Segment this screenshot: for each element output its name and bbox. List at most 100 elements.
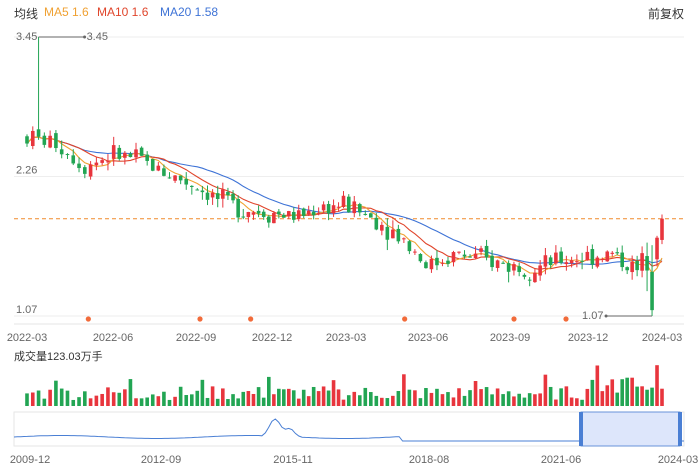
candle-body[interactable] (331, 205, 336, 214)
candle-body[interactable] (167, 177, 172, 179)
candle-body[interactable] (117, 147, 122, 159)
candle-body[interactable] (150, 159, 155, 171)
candle-body[interactable] (59, 149, 64, 155)
candle-body[interactable] (620, 252, 625, 268)
candle-body[interactable] (316, 213, 321, 215)
candle-body[interactable] (162, 168, 166, 176)
candle-body[interactable] (282, 214, 286, 218)
candle-body[interactable] (128, 153, 133, 158)
candle-body[interactable] (585, 251, 590, 261)
candle-body[interactable] (473, 253, 478, 259)
candle-body[interactable] (380, 224, 384, 231)
candle-body[interactable] (321, 204, 326, 211)
candle-body[interactable] (277, 211, 281, 215)
candle-body[interactable] (440, 262, 445, 264)
candle-body[interactable] (517, 266, 521, 272)
candle-body[interactable] (134, 149, 138, 158)
candle-body[interactable] (83, 167, 87, 174)
candle-body[interactable] (413, 251, 417, 253)
candle-body[interactable] (635, 260, 639, 271)
candle-body[interactable] (446, 260, 450, 264)
event-marker[interactable] (511, 316, 517, 322)
candle-body[interactable] (36, 129, 41, 137)
candle-body[interactable] (261, 211, 266, 217)
candle-body[interactable] (533, 272, 537, 283)
candle-body[interactable] (363, 213, 368, 215)
candle-body[interactable] (42, 135, 47, 145)
candle-body[interactable] (241, 216, 246, 218)
candle-body[interactable] (554, 252, 558, 264)
candle-body[interactable] (173, 175, 177, 181)
candle-body[interactable] (506, 263, 511, 272)
candle-body[interactable] (595, 257, 600, 267)
candle-body[interactable] (625, 267, 629, 271)
candle-body[interactable] (468, 256, 472, 258)
candle-body[interactable] (226, 191, 230, 196)
candle-body[interactable] (645, 256, 649, 271)
event-marker[interactable] (197, 316, 203, 322)
candle-body[interactable] (195, 189, 200, 191)
candle-body[interactable] (184, 178, 189, 185)
candle-body[interactable] (407, 241, 412, 252)
candle-body[interactable] (457, 251, 461, 253)
candle-body[interactable] (479, 248, 483, 252)
candle-body[interactable] (559, 251, 563, 263)
candle-body[interactable] (65, 154, 70, 156)
event-marker[interactable] (402, 316, 408, 322)
candle-body[interactable] (650, 271, 654, 311)
candle-body[interactable] (490, 255, 494, 268)
candle-body[interactable] (30, 130, 35, 146)
candle-body[interactable] (286, 211, 291, 217)
candle-body[interactable] (94, 162, 99, 166)
candle-body[interactable] (54, 133, 58, 149)
candle-body[interactable] (346, 196, 351, 213)
candle-body[interactable] (630, 261, 634, 273)
candle-body[interactable] (352, 201, 357, 214)
candle-body[interactable] (501, 262, 505, 264)
candle-body[interactable] (25, 136, 29, 144)
candle-body[interactable] (251, 212, 256, 215)
candle-body[interactable] (311, 211, 316, 216)
candle-body[interactable] (267, 216, 271, 223)
candle-body[interactable] (660, 218, 664, 240)
candle-body[interactable] (246, 211, 251, 218)
kline-chart[interactable]: 3.45 2.26 1.07 3.45 1.07 2022-03 2022-06 2022-0… (0, 0, 700, 470)
candle-body[interactable] (538, 265, 542, 276)
candle-body[interactable] (615, 252, 620, 254)
candle-body[interactable] (156, 165, 161, 171)
candle-body[interactable] (272, 212, 276, 224)
candle-body[interactable] (391, 229, 395, 239)
candle-body[interactable] (522, 274, 527, 277)
candle-body[interactable] (178, 175, 183, 181)
candle-body[interactable] (100, 160, 104, 163)
candle-body[interactable] (605, 251, 610, 262)
candle-body[interactable] (71, 155, 76, 164)
candle-body[interactable] (48, 135, 52, 148)
candle-body[interactable] (451, 252, 456, 263)
candle-body[interactable] (580, 260, 584, 262)
candle-body[interactable] (139, 147, 144, 156)
candle-body[interactable] (575, 261, 579, 263)
candle-body[interactable] (385, 226, 390, 240)
candle-body[interactable] (462, 254, 467, 257)
candle-body[interactable] (123, 152, 127, 158)
candle-body[interactable] (111, 145, 116, 159)
candle-body[interactable] (301, 208, 306, 216)
candle-body[interactable] (374, 217, 379, 230)
candle-body[interactable] (369, 213, 373, 218)
candle-body[interactable] (640, 253, 644, 271)
navigator-handle-left[interactable] (579, 412, 583, 446)
candle-body[interactable] (484, 245, 489, 258)
candle-body[interactable] (543, 255, 548, 267)
candle-body[interactable] (569, 260, 574, 264)
candle-body[interactable] (326, 204, 331, 214)
candle-body[interactable] (357, 204, 362, 213)
candle-body[interactable] (435, 257, 439, 266)
event-marker[interactable] (248, 316, 254, 322)
candle-body[interactable] (548, 257, 553, 266)
candle-body[interactable] (221, 189, 225, 199)
candle-body[interactable] (296, 210, 301, 220)
candle-body[interactable] (190, 185, 194, 187)
candle-body[interactable] (215, 193, 220, 199)
candle-body[interactable] (88, 164, 93, 177)
